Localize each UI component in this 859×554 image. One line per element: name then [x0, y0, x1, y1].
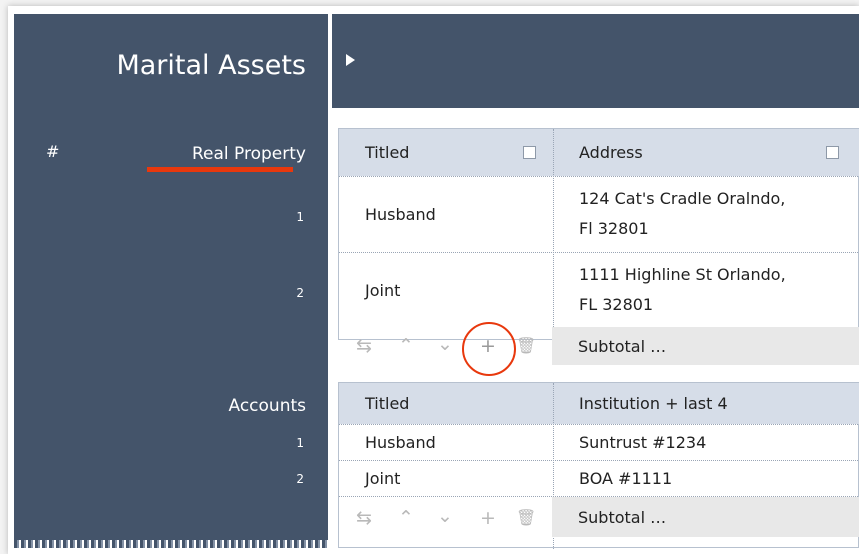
header-bar	[332, 14, 859, 108]
chevron-up-icon[interactable]: ⌃	[398, 336, 414, 356]
real-property-table: Titled Address Husband 124 Cat's Cradle …	[338, 128, 859, 341]
sidebar-item-real-property[interactable]: Real Property	[192, 144, 306, 164]
cell-text: FL 32801	[579, 295, 654, 314]
table-cell-address[interactable]: 124 Cat's Cradle Oralndo, Fl 32801	[553, 176, 859, 252]
table-cell-institution[interactable]: BOA #1111	[553, 460, 859, 496]
column-divider	[553, 129, 554, 341]
column-checkbox[interactable]	[826, 146, 839, 159]
column-header-titled: Titled	[339, 383, 553, 424]
row-divider	[339, 252, 859, 253]
cell-text: Husband	[365, 204, 436, 224]
cell-text: Husband	[365, 432, 436, 452]
row-number-header: #	[46, 142, 60, 161]
header-label: Titled	[365, 143, 410, 162]
cell-text: 1111 Highline St Orlando,	[579, 265, 786, 284]
sidebar: Marital Assets # Real Property 1 2 Accou…	[14, 14, 328, 548]
table-cell-institution[interactable]: Suntrust #1234	[553, 424, 859, 460]
header-label: Titled	[365, 394, 410, 413]
column-header-address: Address	[553, 129, 859, 176]
trash-icon[interactable]: 🗑	[516, 508, 536, 528]
table-cell-titled[interactable]: Joint	[339, 460, 553, 496]
trash-icon[interactable]: 🗑	[516, 336, 536, 356]
torn-edge	[14, 540, 328, 548]
active-section-underline	[147, 167, 293, 172]
table-cell-titled[interactable]: Husband	[339, 176, 553, 252]
sidebar-title: Marital Assets	[116, 50, 306, 81]
subtotal-row: Subtotal …	[552, 327, 859, 365]
swap-icon[interactable]: ⇆	[356, 508, 372, 528]
cell-text: Joint	[365, 280, 401, 300]
column-header-institution: Institution + last 4	[553, 383, 859, 424]
row-number: 2	[296, 472, 304, 486]
table-cell-address[interactable]: 1111 Highline St Orlando, FL 32801	[553, 252, 859, 328]
subtotal-label: Subtotal …	[578, 336, 667, 356]
sidebar-item-accounts[interactable]: Accounts	[229, 396, 307, 416]
chevron-down-icon[interactable]: ⌄	[437, 334, 453, 354]
column-header-titled: Titled	[339, 129, 553, 176]
column-checkbox[interactable]	[523, 146, 536, 159]
row-divider	[339, 424, 859, 425]
table-cell-titled[interactable]: Husband	[339, 424, 553, 460]
row-number: 1	[296, 210, 304, 224]
cell-text: Joint	[365, 468, 401, 488]
row-number: 2	[296, 286, 304, 300]
row-divider	[339, 176, 859, 177]
chevron-down-icon[interactable]: ⌄	[437, 506, 453, 526]
row-number: 1	[296, 436, 304, 450]
table-cell-titled[interactable]: Joint	[339, 252, 553, 328]
subtotal-label: Subtotal …	[578, 507, 667, 527]
cell-text: Fl 32801	[579, 219, 649, 238]
plus-icon[interactable]: +	[480, 508, 496, 528]
subtotal-row: Subtotal …	[552, 497, 859, 537]
cell-text: 124 Cat's Cradle Oralndo,	[579, 189, 786, 208]
row-divider	[339, 460, 859, 461]
header-label: Institution + last 4	[579, 394, 728, 413]
expand-arrow-icon[interactable]	[346, 54, 355, 66]
cell-text: Suntrust #1234	[579, 432, 707, 452]
highlight-circle	[462, 322, 516, 376]
header-label: Address	[579, 143, 643, 162]
cell-text: BOA #1111	[579, 468, 673, 488]
chevron-up-icon[interactable]: ⌃	[398, 508, 414, 528]
swap-icon[interactable]: ⇆	[356, 336, 372, 356]
